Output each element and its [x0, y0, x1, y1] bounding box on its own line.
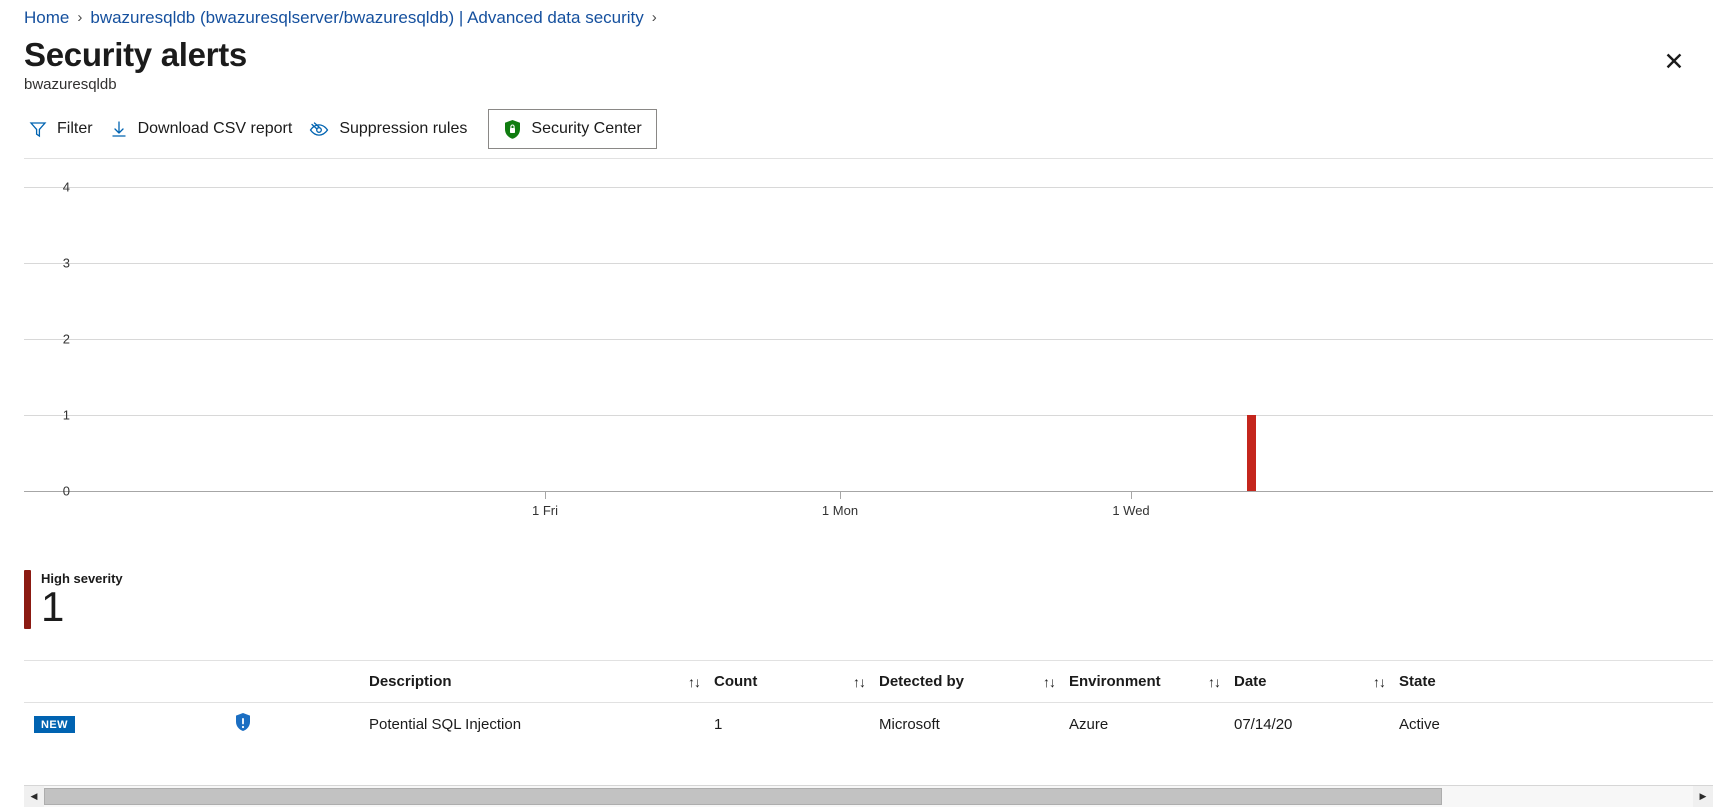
shield-lock-icon [503, 119, 522, 140]
header-description: Description ↑↓ [369, 673, 714, 690]
header-date-label: Date [1234, 673, 1267, 690]
y-tick-label-2: 2 [62, 331, 70, 347]
row-date: 07/14/20 [1234, 715, 1293, 733]
page-title: Security alerts [24, 36, 247, 73]
x-tick-label-3: 1 Wed [1112, 503, 1150, 518]
filter-icon [28, 119, 48, 139]
breadcrumb-item-database[interactable]: bwazuresqldb (bwazuresqlserver/bwazuresq… [90, 6, 643, 30]
header-environment: Environment ↑↓ [1069, 673, 1234, 690]
gridline-2 [24, 339, 1713, 340]
gridline-3 [24, 263, 1713, 264]
x-tick-1 [545, 492, 546, 499]
download-csv-label: Download CSV report [137, 120, 293, 137]
breadcrumb-separator-2: › [651, 9, 657, 26]
gridline-4 [24, 187, 1713, 188]
row-description: Potential SQL Injection [369, 715, 522, 733]
eye-slash-icon [308, 119, 330, 139]
table-header-row: Description ↑↓ Count ↑↓ Detected by ↑↓ E… [24, 661, 1713, 703]
header-state: State [1399, 673, 1549, 690]
row-alert-icon-cell [224, 712, 369, 737]
table-row[interactable]: NEW Potential SQL Injection 1 Microsoft … [24, 703, 1713, 745]
suppression-rules-label: Suppression rules [339, 120, 468, 137]
status-badge: NEW [34, 715, 75, 733]
scrollbar-thumb[interactable] [44, 788, 1442, 805]
row-environment: Azure [1069, 715, 1109, 733]
x-tick-3 [1131, 492, 1132, 499]
sort-count-icon[interactable]: ↑↓ [853, 674, 866, 690]
x-tick-label-2: 1 Mon [821, 503, 859, 518]
scrollbar-track[interactable] [44, 786, 1693, 807]
row-state: Active [1399, 715, 1440, 733]
header-environment-label: Environment [1069, 673, 1161, 690]
page-subtitle: bwazuresqldb [24, 76, 117, 93]
y-tick-label-3: 3 [62, 255, 70, 271]
sort-description-icon[interactable]: ↑↓ [688, 674, 701, 690]
severity-text-group: High severity 1 [41, 570, 123, 629]
x-tick-label-1: 1 Fri [532, 503, 558, 518]
header-date: Date ↑↓ [1234, 673, 1399, 690]
chart-top-divider [24, 158, 1713, 159]
download-icon [109, 119, 129, 139]
command-bar: Filter Download CSV report Suppression r… [24, 108, 1713, 150]
download-csv-button[interactable]: Download CSV report [105, 110, 305, 148]
row-badge-cell: NEW [24, 715, 224, 733]
sort-date-icon[interactable]: ↑↓ [1373, 674, 1386, 690]
header-count: Count ↑↓ [714, 673, 879, 690]
security-center-button[interactable]: Security Center [488, 109, 657, 149]
filter-button[interactable]: Filter [24, 110, 105, 148]
header-description-label: Description [369, 673, 452, 690]
gridline-1 [24, 415, 1713, 416]
y-tick-label-1: 1 [62, 407, 70, 423]
breadcrumb: Home › bwazuresqldb (bwazuresqlserver/bw… [24, 6, 665, 30]
x-axis-line [24, 491, 1713, 492]
y-tick-label-0: 0 [62, 483, 70, 499]
row-detected-by: Microsoft [879, 715, 940, 733]
sort-detected-by-icon[interactable]: ↑↓ [1043, 674, 1056, 690]
filter-label: Filter [57, 120, 93, 137]
breadcrumb-separator-1: › [77, 9, 83, 26]
sort-environment-icon[interactable]: ↑↓ [1208, 674, 1221, 690]
security-center-label: Security Center [531, 120, 642, 137]
horizontal-scrollbar[interactable]: ◀ ▶ [24, 785, 1713, 807]
suppression-rules-button[interactable]: Suppression rules [304, 110, 479, 148]
chart-bar-high-severity[interactable] [1247, 415, 1256, 491]
shield-alert-icon [234, 712, 252, 737]
header-detected-by: Detected by ↑↓ [879, 673, 1069, 690]
alerts-table: Description ↑↓ Count ↑↓ Detected by ↑↓ E… [24, 661, 1713, 745]
row-count: 1 [714, 715, 723, 733]
scroll-left-arrow-icon[interactable]: ◀ [24, 786, 44, 807]
close-icon[interactable]: ✕ [1657, 45, 1691, 79]
x-tick-2 [840, 492, 841, 499]
security-alerts-chart: 4 3 2 1 0 1 Fri 1 Mon 1 Wed [24, 165, 1713, 518]
severity-color-bar [24, 570, 31, 629]
header-detected-by-label: Detected by [879, 673, 965, 690]
severity-count: 1 [41, 583, 65, 630]
high-severity-summary[interactable]: High severity 1 [24, 570, 123, 629]
header-count-label: Count [714, 673, 758, 690]
breadcrumb-item-home[interactable]: Home [24, 6, 69, 30]
scroll-right-arrow-icon[interactable]: ▶ [1693, 786, 1713, 807]
y-tick-label-4: 4 [62, 179, 70, 195]
header-state-label: State [1399, 673, 1436, 690]
